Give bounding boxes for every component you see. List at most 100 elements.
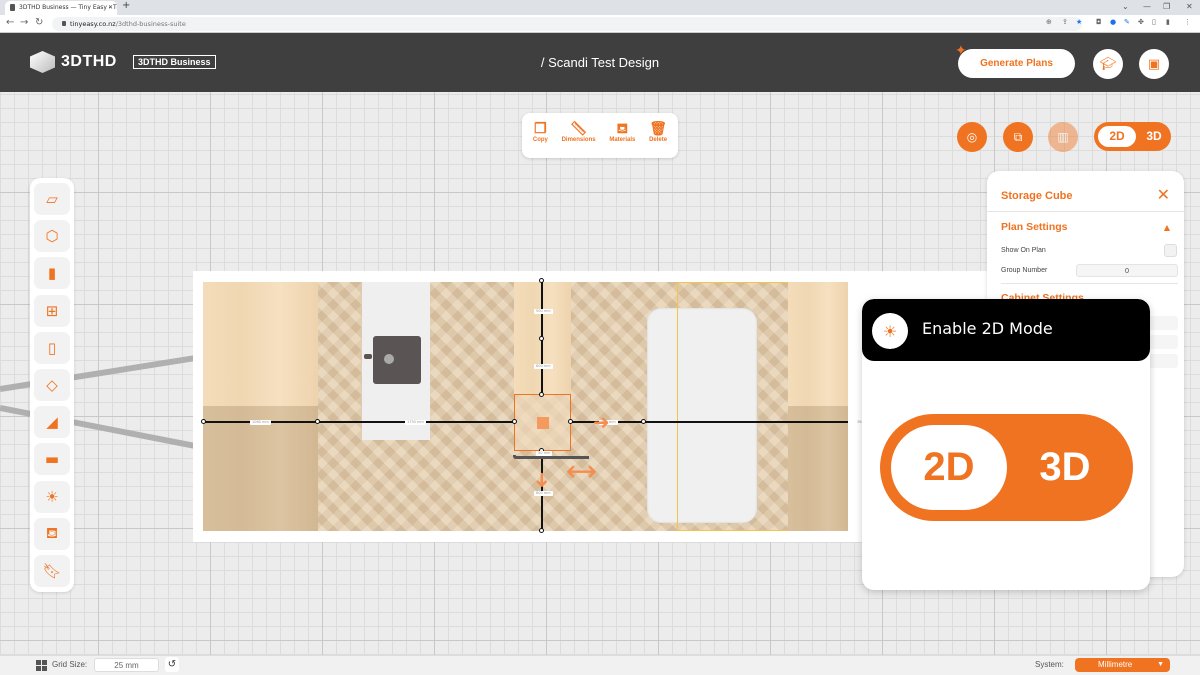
- side-panel-icon[interactable]: ▯: [1152, 18, 1156, 26]
- reload-icon[interactable]: ↻: [35, 17, 43, 28]
- dimension-node[interactable]: [201, 419, 206, 424]
- generate-plans-button[interactable]: Generate Plans: [958, 49, 1075, 78]
- url-path: /3dthd-business-suite: [115, 20, 186, 28]
- sink[interactable]: [373, 336, 421, 384]
- graduation-cap-icon: 🎓︎: [1099, 56, 1117, 72]
- delete-label: Delete: [649, 137, 668, 143]
- dimension-label[interactable]: 500 mm: [534, 309, 553, 314]
- collapse-caret-icon[interactable]: ▲: [1164, 223, 1170, 232]
- sidebar-item-furniture[interactable]: ▬: [34, 443, 70, 476]
- share-icon[interactable]: ⇪: [1062, 18, 1068, 26]
- walls-view-icon: ▥: [1057, 130, 1069, 144]
- plan-settings-heading[interactable]: Plan Settings: [1001, 221, 1068, 233]
- sidebar-item-materials[interactable]: ⛾: [34, 517, 70, 550]
- dimension-node[interactable]: [512, 419, 517, 424]
- lock-icon: [62, 21, 66, 26]
- tool-sidebar: ▱ ⬡ ▮ ⊞ ▯ ◇ ◢ ▬ ☀ ⛾ 🔖︎: [30, 178, 74, 592]
- minimize-icon[interactable]: —: [1143, 2, 1151, 11]
- tip-popup: ☀ Enable 2D Mode 2D 3D: [862, 299, 1150, 590]
- sidebar-item-slab[interactable]: ◇: [34, 368, 70, 401]
- eyedropper-extension-icon[interactable]: ✎: [1124, 18, 1130, 26]
- new-tab-icon[interactable]: +: [122, 0, 130, 11]
- menu-kebab-icon[interactable]: ⋮: [1184, 18, 1191, 26]
- close-window-icon[interactable]: ✕: [1186, 2, 1193, 11]
- cabinet-upper-right[interactable]: [788, 282, 848, 406]
- copy-button[interactable]: ❐ Copy: [533, 119, 548, 152]
- tutorials-button[interactable]: 🎓︎: [1093, 49, 1123, 79]
- tab-search-icon[interactable]: ⌄: [1122, 2, 1129, 11]
- materials-label: Materials: [609, 137, 636, 143]
- close-tab-icon[interactable]: ✕: [108, 4, 113, 11]
- stairs-icon: ◢: [46, 413, 58, 432]
- profile-icon[interactable]: ▮: [1166, 18, 1170, 26]
- group-number-input[interactable]: 0: [1076, 264, 1178, 277]
- lightbulb-icon: ☀: [45, 487, 59, 506]
- center-handle[interactable]: [537, 417, 549, 429]
- cabinet-lower-right[interactable]: [788, 406, 848, 531]
- object-toolbar: ❐ Copy 📏︎ Dimensions ⛾ Materials 🗑︎ Delete: [522, 113, 678, 158]
- system-label: System:: [1035, 660, 1064, 669]
- toggle-3d-option[interactable]: 3D: [1140, 126, 1168, 147]
- bookmark-star-icon[interactable]: ★: [1076, 18, 1082, 26]
- dimension-node[interactable]: [539, 278, 544, 283]
- storage-cube-selected[interactable]: [514, 394, 571, 451]
- bookmark-icon: 🔖︎: [42, 561, 62, 580]
- dimensions-label: Dimensions: [561, 137, 596, 143]
- dimension-node[interactable]: [641, 419, 646, 424]
- dimension-node[interactable]: [539, 392, 544, 397]
- dimension-node[interactable]: [315, 419, 320, 424]
- view-cube-button[interactable]: ⧉: [1003, 122, 1033, 152]
- wall-view-button[interactable]: ▥: [1048, 122, 1078, 152]
- reset-grid-button[interactable]: ↺: [165, 657, 179, 672]
- grid-size-input[interactable]: 25 mm: [94, 658, 159, 672]
- move-right-arrow-icon[interactable]: ➜: [593, 410, 610, 434]
- reset-icon: ↺: [167, 659, 177, 670]
- sidebar-item-door[interactable]: ▮: [34, 257, 70, 290]
- panel-icon: ▯: [47, 338, 57, 357]
- sidebar-item-panel[interactable]: ▯: [34, 331, 70, 364]
- save-button[interactable]: ▣: [1139, 49, 1169, 79]
- panel-title: Storage Cube: [1001, 190, 1073, 202]
- paint-bucket-icon: ⛾: [45, 523, 59, 542]
- view-mode-toggle[interactable]: 2D 3D: [1094, 122, 1171, 151]
- sidebar-item-room[interactable]: ⬡: [34, 220, 70, 253]
- toggle-2d-option[interactable]: 2D: [1098, 126, 1136, 147]
- maximize-icon[interactable]: ❐: [1163, 2, 1170, 11]
- sidebar-item-window[interactable]: ⊞: [34, 294, 70, 327]
- dimension-label[interactable]: 800 mm: [534, 491, 553, 496]
- dimensions-button[interactable]: 📏︎ Dimensions: [562, 119, 596, 152]
- browser-tab-strip: 3DTHD Business — Tiny Easy - Ti ✕ + ⌄ — …: [0, 0, 1200, 15]
- dimension-label[interactable]: 1750 mm: [405, 420, 426, 425]
- dimension-node[interactable]: [539, 336, 544, 341]
- zoom-icon[interactable]: ⊕: [1046, 18, 1052, 26]
- url-host: tinyeasy.co.nz: [70, 20, 116, 28]
- dimension-node[interactable]: [568, 419, 573, 424]
- sidebar-item-lighting[interactable]: ☀: [34, 480, 70, 513]
- close-panel-icon[interactable]: ✕: [1157, 185, 1170, 204]
- camera-extension-icon[interactable]: ◘: [1096, 18, 1102, 26]
- back-icon[interactable]: ←: [6, 17, 14, 28]
- browser-tab[interactable]: 3DTHD Business — Tiny Easy - Ti ✕: [5, 1, 117, 15]
- sidebar-item-bookmark[interactable]: 🔖︎: [34, 554, 70, 587]
- materials-button[interactable]: ⛾ Materials: [609, 119, 635, 152]
- tip-header: ☀ Enable 2D Mode: [862, 299, 1150, 361]
- move-down-arrow-icon[interactable]: ➜: [530, 472, 554, 489]
- dimension-label[interactable]: 1060 mm: [250, 420, 271, 425]
- dimension-label[interactable]: 600 mm: [534, 364, 553, 369]
- measure-tape-button[interactable]: ◎: [957, 122, 987, 152]
- window-icon: ⊞: [45, 301, 59, 320]
- cabinet-upper-left[interactable]: [203, 282, 318, 406]
- url-input[interactable]: tinyeasy.co.nz/3dthd-business-suite: [52, 17, 1082, 31]
- sidebar-item-floor[interactable]: ▱: [34, 183, 70, 215]
- unit-system-select[interactable]: Millimetre ▼: [1075, 658, 1170, 672]
- forward-icon[interactable]: →: [20, 17, 28, 28]
- extensions-puzzle-icon[interactable]: ✤: [1138, 18, 1144, 26]
- dimension-node[interactable]: [539, 528, 544, 533]
- show-on-plan-checkbox[interactable]: [1164, 244, 1177, 257]
- grid-icon: [36, 660, 47, 671]
- blue-extension-icon[interactable]: ●: [1110, 18, 1116, 26]
- unit-system-value: Millimetre: [1098, 660, 1133, 669]
- sidebar-item-stairs[interactable]: ◢: [34, 406, 70, 439]
- delete-button[interactable]: 🗑︎ Delete: [649, 119, 667, 152]
- drain-icon: [384, 354, 394, 364]
